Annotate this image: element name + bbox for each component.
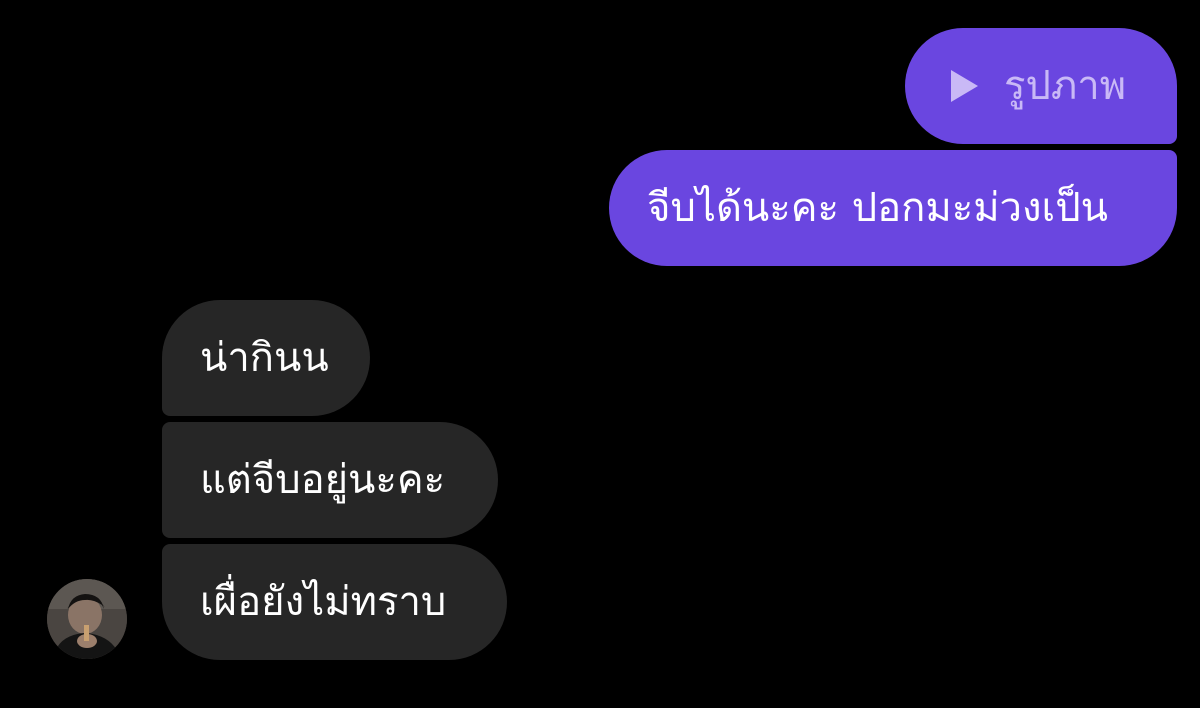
outgoing-message-bubble[interactable]: จีบได้นะคะ ปอกมะม่วงเป็น — [609, 150, 1177, 266]
message-text: น่ากินน — [200, 335, 329, 381]
message-text: เผื่อยังไม่ทราบ — [200, 579, 447, 625]
incoming-message-bubble[interactable]: น่ากินน — [162, 300, 370, 416]
media-label: รูปภาพ — [1004, 63, 1127, 109]
message-text: จีบได้นะคะ ปอกมะม่วงเป็น — [647, 185, 1108, 231]
sender-avatar[interactable] — [47, 579, 127, 659]
outgoing-media-reply-bubble[interactable]: รูปภาพ — [905, 28, 1177, 144]
incoming-message-bubble[interactable]: แต่จีบอยู่นะคะ — [162, 422, 498, 538]
incoming-message-bubble[interactable]: เผื่อยังไม่ทราบ — [162, 544, 507, 660]
play-icon — [951, 70, 978, 102]
profile-photo-icon — [47, 579, 127, 659]
message-text: แต่จีบอยู่นะคะ — [200, 457, 446, 503]
